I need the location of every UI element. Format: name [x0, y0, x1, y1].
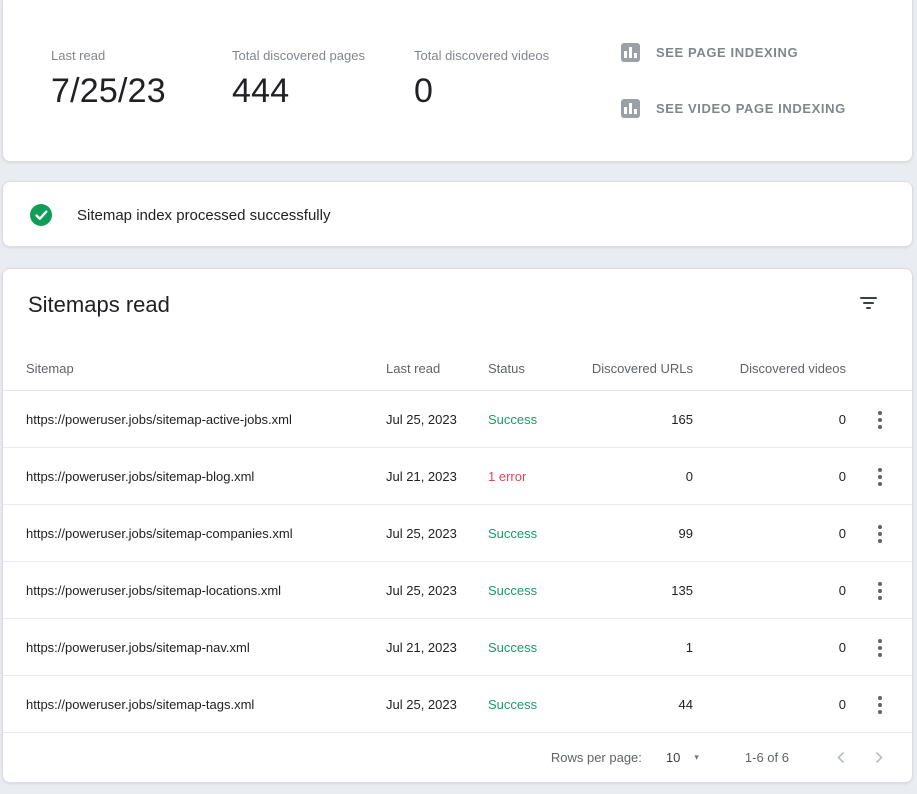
table-row[interactable]: https://poweruser.jobs/sitemap-locations… [3, 562, 912, 619]
stat-value: 7/25/23 [51, 72, 166, 110]
discovered-urls-count: 99 [678, 526, 693, 541]
table-row[interactable]: https://poweruser.jobs/sitemap-nav.xml J… [3, 619, 912, 676]
kebab-vertical-icon [878, 467, 882, 486]
stat-total-discovered-pages: Total discovered pages 444 [232, 48, 365, 111]
stat-total-discovered-videos: Total discovered videos 0 [414, 48, 549, 111]
see-page-indexing-button[interactable]: SEE PAGE INDEXING [621, 41, 798, 63]
next-page-button[interactable] [874, 750, 885, 765]
pagination-range-label: 1-6 of 6 [744, 750, 789, 765]
status-badge: 1 error [488, 469, 527, 484]
last-read-date: Jul 25, 2023 [386, 583, 457, 598]
see-video-page-indexing-button[interactable]: SEE VIDEO PAGE INDEXING [621, 97, 846, 119]
discovered-videos-count: 0 [838, 412, 846, 427]
filter-button[interactable] [852, 287, 884, 319]
discovered-urls-count: 1 [685, 640, 693, 655]
sitemap-url: https://poweruser.jobs/sitemap-blog.xml [26, 469, 255, 484]
sitemap-url: https://poweruser.jobs/sitemap-nav.xml [26, 640, 250, 655]
status-badge: Success [488, 640, 538, 655]
row-menu-button[interactable] [865, 448, 895, 505]
discovered-videos-count: 0 [838, 697, 846, 712]
last-read-date: Jul 25, 2023 [386, 697, 457, 712]
column-header-discovered-urls: Discovered URLs [591, 361, 693, 376]
last-read-date: Jul 21, 2023 [386, 640, 457, 655]
column-header-discovered-videos: Discovered videos [739, 361, 846, 376]
sitemap-url: https://poweruser.jobs/sitemap-tags.xml [26, 697, 255, 712]
row-menu-button[interactable] [865, 505, 895, 562]
kebab-vertical-icon [878, 410, 882, 429]
kebab-vertical-icon [878, 524, 882, 543]
chevron-left-icon [837, 751, 845, 764]
stat-label: Total discovered pages [232, 48, 365, 63]
bar-chart-icon [621, 42, 640, 62]
column-header-last-read: Last read [386, 361, 441, 376]
previous-page-button[interactable] [835, 750, 846, 765]
sitemap-url: https://poweruser.jobs/sitemap-locations… [26, 583, 282, 598]
discovered-urls-count: 44 [678, 697, 693, 712]
table-row[interactable]: https://poweruser.jobs/sitemap-active-jo… [3, 391, 912, 448]
table-body: https://poweruser.jobs/sitemap-active-jo… [3, 391, 912, 733]
column-header-status: Status [488, 361, 525, 376]
discovered-videos-count: 0 [838, 583, 846, 598]
status-badge: Success [488, 412, 538, 427]
status-badge: Success [488, 583, 538, 598]
stat-last-read: Last read 7/25/23 [51, 48, 166, 111]
banner-message: Sitemap index processed successfully [77, 206, 331, 224]
dropdown-caret-icon[interactable]: ▾ [694, 752, 699, 763]
row-menu-button[interactable] [865, 562, 895, 619]
row-menu-button[interactable] [865, 619, 895, 676]
table-row[interactable]: https://poweruser.jobs/sitemap-blog.xml … [3, 448, 912, 505]
see-video-page-indexing-label: SEE VIDEO PAGE INDEXING [656, 100, 846, 116]
table-title: Sitemaps read [28, 292, 170, 317]
sitemaps-read-card: Sitemaps read Sitemap Last read Status D… [2, 268, 913, 783]
status-badge: Success [488, 526, 538, 541]
table-pagination-bar: Rows per page: 10 ▾ 1-6 of 6 [3, 733, 912, 782]
last-read-date: Jul 25, 2023 [386, 412, 457, 427]
see-page-indexing-label: SEE PAGE INDEXING [656, 44, 799, 60]
last-read-date: Jul 25, 2023 [386, 526, 457, 541]
sitemap-url: https://poweruser.jobs/sitemap-companies… [26, 526, 293, 541]
stat-label: Last read [51, 48, 106, 63]
discovered-urls-count: 165 [671, 412, 693, 427]
bar-chart-icon [621, 98, 640, 118]
status-badge: Success [488, 697, 538, 712]
stat-label: Total discovered videos [414, 48, 550, 63]
sitemap-summary-card: Last read 7/25/23 Total discovered pages… [2, 0, 913, 162]
table-row[interactable]: https://poweruser.jobs/sitemap-tags.xml … [3, 676, 912, 733]
kebab-vertical-icon [878, 695, 882, 714]
rows-per-page-value[interactable]: 10 [666, 750, 680, 765]
chevron-right-icon [875, 751, 883, 764]
stat-value: 444 [232, 72, 290, 110]
discovered-urls-count: 0 [685, 469, 693, 484]
kebab-vertical-icon [878, 638, 882, 657]
kebab-vertical-icon [878, 581, 882, 600]
discovered-videos-count: 0 [838, 640, 846, 655]
row-menu-button[interactable] [865, 676, 895, 733]
discovered-videos-count: 0 [838, 526, 846, 541]
check-circle-icon [30, 204, 52, 226]
rows-per-page-label: Rows per page: [550, 750, 642, 765]
table-header-row: Sitemap Last read Status Discovered URLs… [3, 345, 912, 391]
column-header-sitemap: Sitemap [26, 361, 74, 376]
stat-value: 0 [414, 72, 434, 110]
filter-list-icon [859, 297, 877, 309]
row-menu-button[interactable] [865, 391, 895, 448]
discovered-urls-count: 135 [671, 583, 693, 598]
last-read-date: Jul 21, 2023 [386, 469, 457, 484]
sitemap-url: https://poweruser.jobs/sitemap-active-jo… [26, 412, 292, 427]
discovered-videos-count: 0 [838, 469, 846, 484]
sitemap-status-banner: Sitemap index processed successfully [2, 181, 913, 247]
table-row[interactable]: https://poweruser.jobs/sitemap-companies… [3, 505, 912, 562]
